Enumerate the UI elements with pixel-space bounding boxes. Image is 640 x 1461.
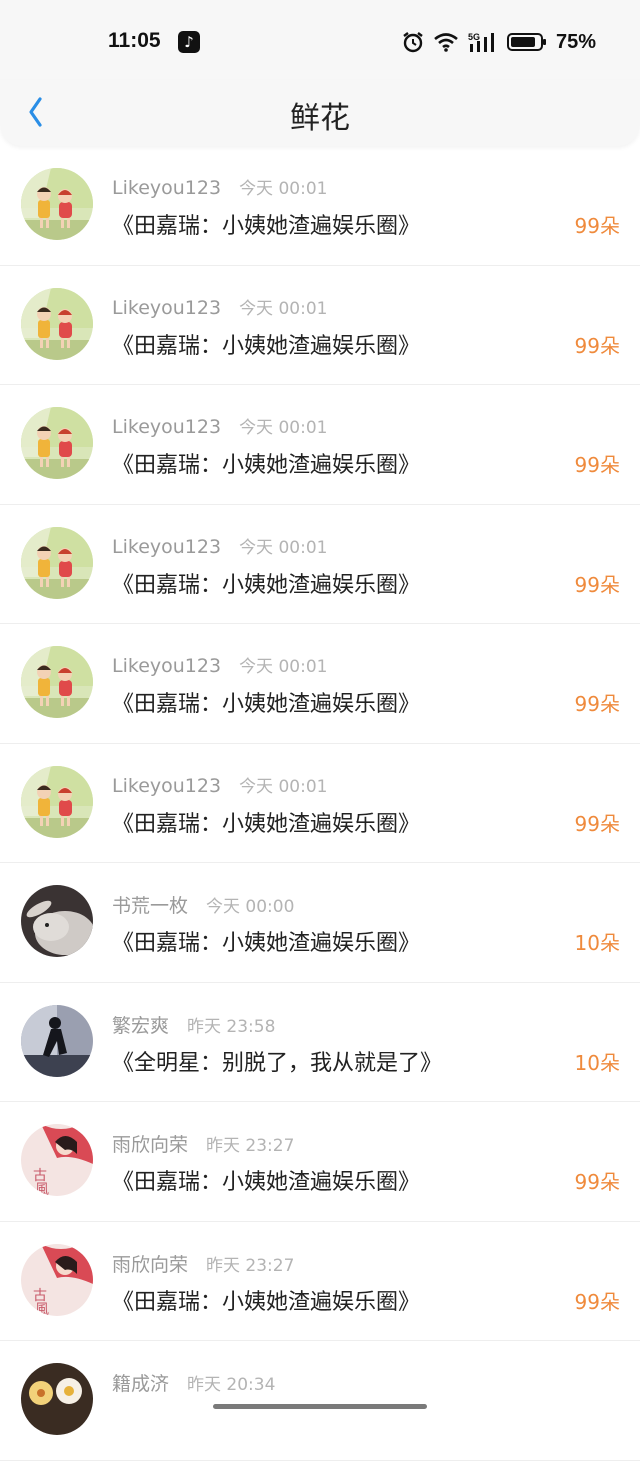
timestamp: 今天 00:01 <box>239 298 328 319</box>
list-item[interactable]: Likeyou123 今天 00:01 《田嘉瑞：小姨她渣遍娱乐圈》 99朵 <box>0 266 640 385</box>
nav-bar: 鲜花 <box>0 80 640 146</box>
flower-list: Likeyou123 今天 00:01 《田嘉瑞：小姨她渣遍娱乐圈》 99朵 Likey… <box>0 146 640 1461</box>
username: Likeyou123 <box>112 535 222 558</box>
item-meta: 繁宏爽 昨天 23:58 <box>112 1011 275 1038</box>
status-bar: 11:05 ♪ 5G 75% <box>0 0 640 80</box>
book-title[interactable]: 《田嘉瑞：小姨她渣遍娱乐圈》 <box>112 806 420 838</box>
page-title: 鲜花 <box>290 101 350 136</box>
book-title[interactable]: 《田嘉瑞：小姨她渣遍娱乐圈》 <box>112 567 420 599</box>
book-title[interactable]: 《田嘉瑞：小姨她渣遍娱乐圈》 <box>112 686 420 718</box>
home-indicator[interactable] <box>213 1404 427 1409</box>
flower-count: 99朵 <box>574 1289 620 1314</box>
item-meta: Likeyou123 今天 00:01 <box>112 772 327 797</box>
username: 雨欣向荣 <box>112 1134 189 1156</box>
item-meta: Likeyou123 今天 00:01 <box>112 174 327 199</box>
flower-count: 99朵 <box>574 572 620 597</box>
flower-count: 10朵 <box>574 931 620 955</box>
username: Likeyou123 <box>112 416 222 438</box>
timestamp: 今天 00:00 <box>206 897 295 917</box>
svg-text:風: 風 <box>35 1302 49 1316</box>
item-meta: 雨欣向荣 昨天 23:27 <box>112 1130 294 1157</box>
timestamp: 昨天 23:27 <box>206 1136 295 1156</box>
svg-text:風: 風 <box>35 1182 49 1196</box>
item-meta: Likeyou123 今天 00:01 <box>112 294 327 319</box>
book-title[interactable]: 《田嘉瑞：小姨她渣遍娱乐圈》 <box>112 328 420 360</box>
username: Likeyou123 <box>112 296 222 319</box>
list-item[interactable]: Likeyou123 今天 00:01 《田嘉瑞：小姨她渣遍娱乐圈》 99朵 <box>0 146 640 266</box>
list-item[interactable]: 籍成济 昨天 20:34 <box>0 1341 640 1461</box>
flower-count: 99朵 <box>574 453 620 477</box>
list-item[interactable]: Likeyou123 今天 00:01 《田嘉瑞：小姨她渣遍娱乐圈》 99朵 <box>0 744 640 863</box>
avatar[interactable] <box>21 287 93 360</box>
avatar[interactable] <box>21 407 93 479</box>
avatar[interactable] <box>21 765 93 838</box>
book-title[interactable]: 《田嘉瑞：小姨她渣遍娱乐圈》 <box>112 1164 420 1196</box>
list-item[interactable]: 繁宏爽 昨天 23:58 《全明星：别脱了，我从就是了》 10朵 <box>0 983 640 1102</box>
timestamp: 昨天 23:27 <box>206 1255 295 1276</box>
divider <box>0 1459 640 1461</box>
signal-5g-icon: 5G <box>468 32 494 52</box>
timestamp: 今天 00:01 <box>239 657 328 677</box>
avatar[interactable] <box>21 526 93 599</box>
timestamp: 今天 00:01 <box>239 537 328 558</box>
book-title[interactable]: 《田嘉瑞：小姨她渣遍娱乐圈》 <box>112 925 420 957</box>
item-meta: 书荒一枚 今天 00:00 <box>112 891 294 918</box>
timestamp: 昨天 23:58 <box>187 1016 276 1037</box>
username: Likeyou123 <box>112 774 222 797</box>
item-meta: Likeyou123 今天 00:01 <box>112 533 327 558</box>
timestamp: 今天 00:01 <box>239 179 328 199</box>
timestamp: 今天 00:01 <box>239 776 328 797</box>
flower-count: 10朵 <box>574 1050 620 1075</box>
flower-count: 99朵 <box>574 1170 620 1194</box>
username: 书荒一枚 <box>112 895 189 917</box>
username: Likeyou123 <box>112 655 222 677</box>
username: 籍成济 <box>112 1373 170 1395</box>
flower-count: 99朵 <box>574 811 620 836</box>
list-item[interactable]: 古風雨欣向荣 昨天 23:27 《田嘉瑞：小姨她渣遍娱乐圈》 99朵 <box>0 1222 640 1341</box>
wifi-icon <box>434 33 458 52</box>
book-title[interactable]: 《田嘉瑞：小姨她渣遍娱乐圈》 <box>112 447 420 479</box>
alarm-icon <box>403 32 423 53</box>
list-item[interactable]: Likeyou123 今天 00:01 《田嘉瑞：小姨她渣遍娱乐圈》 99朵 <box>0 624 640 744</box>
flower-count: 99朵 <box>574 692 620 716</box>
svg-text:5G: 5G <box>468 32 480 42</box>
avatar[interactable]: 古風 <box>21 1243 93 1316</box>
list-item[interactable]: Likeyou123 今天 00:01 《田嘉瑞：小姨她渣遍娱乐圈》 99朵 <box>0 505 640 624</box>
book-title[interactable]: 《田嘉瑞：小姨她渣遍娱乐圈》 <box>112 208 420 240</box>
status-icons: 5G 75% <box>402 29 596 55</box>
item-meta: Likeyou123 今天 00:01 <box>112 652 327 677</box>
avatar[interactable] <box>21 1363 93 1435</box>
list-item[interactable]: 书荒一枚 今天 00:00 《田嘉瑞：小姨她渣遍娱乐圈》 10朵 <box>0 863 640 983</box>
flower-count: 99朵 <box>574 214 620 238</box>
status-time: 11:05 <box>108 29 161 52</box>
avatar[interactable] <box>21 885 93 957</box>
item-meta: Likeyou123 今天 00:01 <box>112 413 327 438</box>
avatar[interactable] <box>21 1004 93 1077</box>
username: 雨欣向荣 <box>112 1253 189 1276</box>
timestamp: 昨天 20:34 <box>187 1375 276 1395</box>
battery-icon <box>506 33 546 51</box>
timestamp: 今天 00:01 <box>239 418 328 438</box>
list-item[interactable]: Likeyou123 今天 00:01 《田嘉瑞：小姨她渣遍娱乐圈》 99朵 <box>0 385 640 505</box>
book-title[interactable]: 《全明星：别脱了，我从就是了》 <box>112 1045 442 1077</box>
book-title[interactable]: 《田嘉瑞：小姨她渣遍娱乐圈》 <box>112 1284 420 1316</box>
flower-count: 99朵 <box>574 333 620 358</box>
tiktok-icon: ♪ <box>178 31 200 53</box>
battery-percent: 75% <box>555 30 596 53</box>
item-meta: 雨欣向荣 昨天 23:27 <box>112 1250 294 1277</box>
avatar[interactable] <box>21 168 93 240</box>
username: Likeyou123 <box>112 177 222 199</box>
item-meta: 籍成济 昨天 20:34 <box>112 1369 275 1396</box>
avatar[interactable]: 古風 <box>21 1124 93 1196</box>
avatar[interactable] <box>21 646 93 718</box>
list-item[interactable]: 古風雨欣向荣 昨天 23:27 《田嘉瑞：小姨她渣遍娱乐圈》 99朵 <box>0 1102 640 1222</box>
username: 繁宏爽 <box>112 1014 170 1037</box>
